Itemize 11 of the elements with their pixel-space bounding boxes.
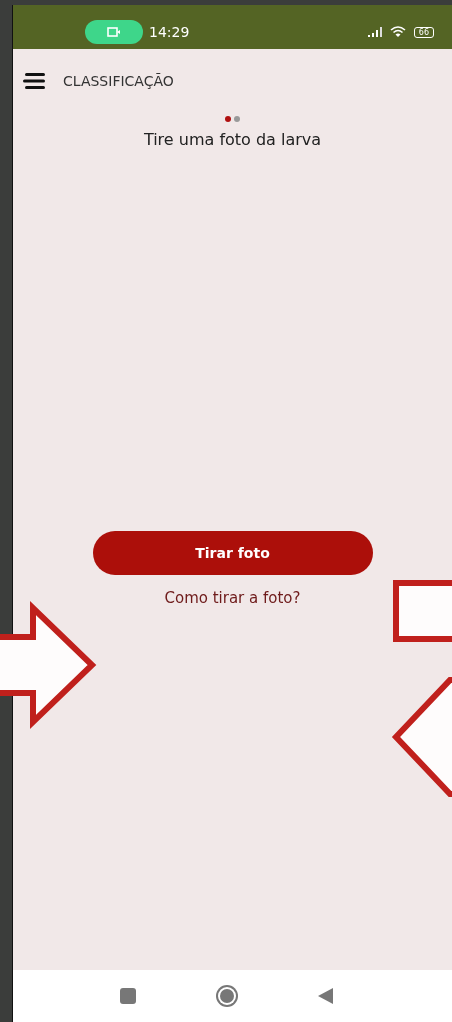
status-time: 14:29 xyxy=(149,24,190,40)
help-link[interactable]: Como tirar a foto? xyxy=(164,589,301,607)
screen-title: CLASSIFICAÇÃO xyxy=(63,73,174,89)
wifi-icon xyxy=(389,26,406,38)
menu-button[interactable] xyxy=(23,71,47,91)
home-button[interactable] xyxy=(220,989,234,1003)
battery-indicator: 66 xyxy=(413,26,434,38)
camera-icon xyxy=(107,27,121,37)
take-photo-button[interactable]: Tirar foto xyxy=(92,531,373,575)
instruction-text: Tire uma foto da larva xyxy=(143,130,322,149)
back-button[interactable] xyxy=(318,988,333,1004)
